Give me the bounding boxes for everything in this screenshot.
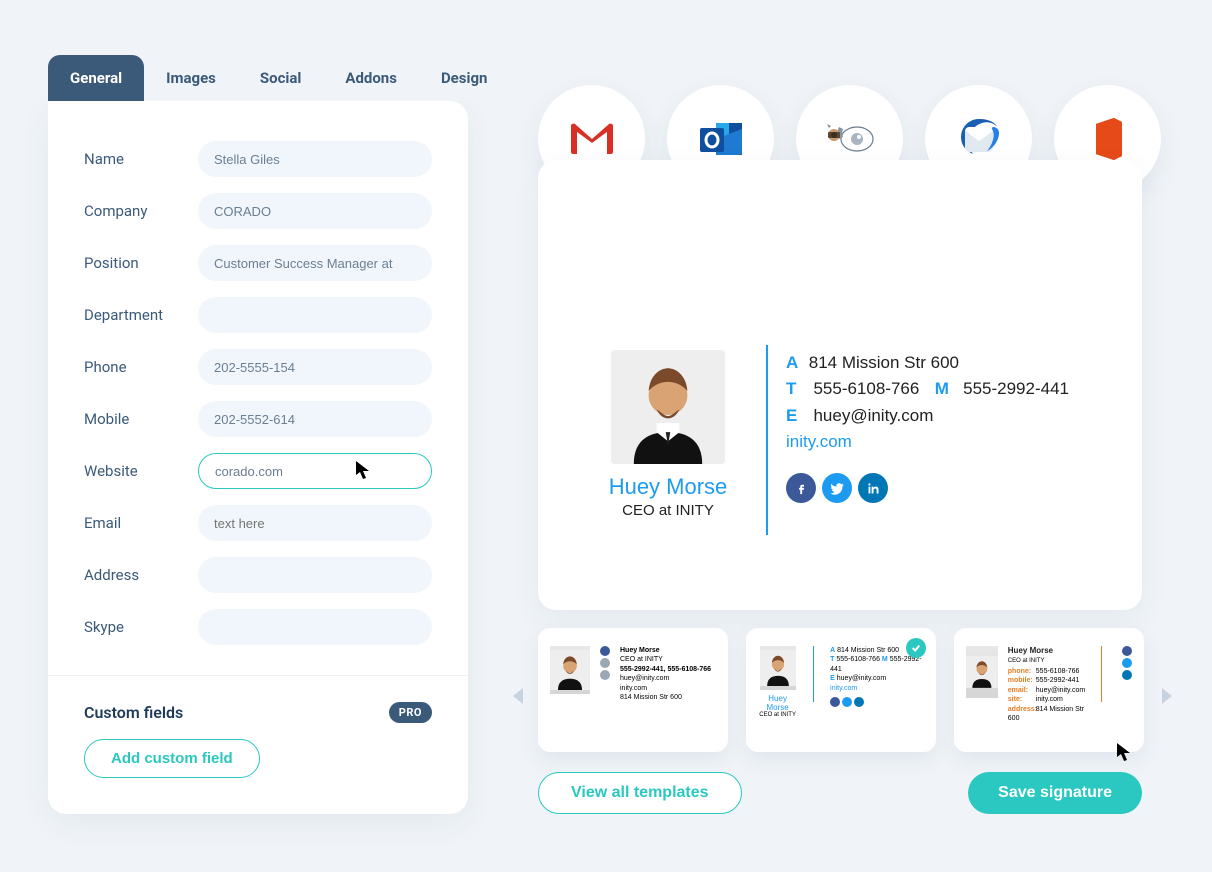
selected-check-icon [906,638,926,658]
avatar-image [611,350,725,464]
preview-name: Huey Morse [598,474,738,500]
linkedin-icon[interactable] [858,473,888,503]
skype-input[interactable] [198,609,432,645]
save-signature-button[interactable]: Save signature [968,772,1142,814]
position-label: Position [84,254,198,272]
mobile-label: Mobile [84,410,198,428]
preview-email: huey@inity.com [813,406,933,425]
facebook-icon[interactable] [786,473,816,503]
tab-social[interactable]: Social [238,55,323,101]
tab-addons[interactable]: Addons [323,55,419,101]
thunderbird-icon [955,117,1003,161]
applemail-icon [825,119,875,159]
preview-site[interactable]: inity.com [786,429,1069,455]
signature-preview-card: Huey Morse CEO at INITY A 814 Mission St… [538,160,1142,610]
position-input[interactable] [198,245,432,281]
email-label: Email [84,514,198,532]
email-input[interactable] [198,505,432,541]
next-template-button[interactable] [1162,688,1172,704]
gmail-icon [569,122,615,156]
template-thumb-1[interactable]: Huey Morse CEO at INITY 555-2992-441, 55… [538,628,728,752]
preview-phone: 555-6108-766 [813,379,919,398]
office-icon [1088,116,1128,162]
address-input[interactable] [198,557,432,593]
add-custom-field-button[interactable]: Add custom field [84,739,260,778]
pro-badge: PRO [389,702,432,723]
tab-images[interactable]: Images [144,55,238,101]
template-thumb-2[interactable]: Huey Morse CEO at INITY A 814 Mission St… [746,628,936,752]
form-card: Name Company Position Department Phone M… [48,101,468,814]
prev-template-button[interactable] [513,688,523,704]
template-thumb-3[interactable]: Huey Morse CEO at INITY phone:555-6108-7… [954,628,1144,752]
tab-general[interactable]: General [48,55,144,101]
name-label: Name [84,150,198,168]
preview-divider [766,345,768,535]
outlook-icon [696,117,746,161]
phone-input[interactable] [198,349,432,385]
skype-label: Skype [84,618,198,636]
tab-design[interactable]: Design [419,55,510,101]
divider [48,675,468,676]
department-input[interactable] [198,297,432,333]
preview-details: A 814 Mission Str 600 T 555-6108-766 M 5… [786,350,1069,535]
phone-label: Phone [84,358,198,376]
custom-fields-heading: Custom fields [84,703,183,722]
company-input[interactable] [198,193,432,229]
preview-title: CEO at INITY [598,502,738,519]
address-label: Address [84,566,198,584]
department-label: Department [84,306,198,324]
website-input[interactable] [198,453,432,489]
company-label: Company [84,202,198,220]
preview-address: 814 Mission Str 600 [809,353,959,372]
preview-mobile: 555-2992-441 [963,379,1069,398]
mobile-input[interactable] [198,401,432,437]
name-input[interactable] [198,141,432,177]
view-all-templates-button[interactable]: View all templates [538,772,742,814]
website-label: Website [84,462,198,480]
twitter-icon[interactable] [822,473,852,503]
